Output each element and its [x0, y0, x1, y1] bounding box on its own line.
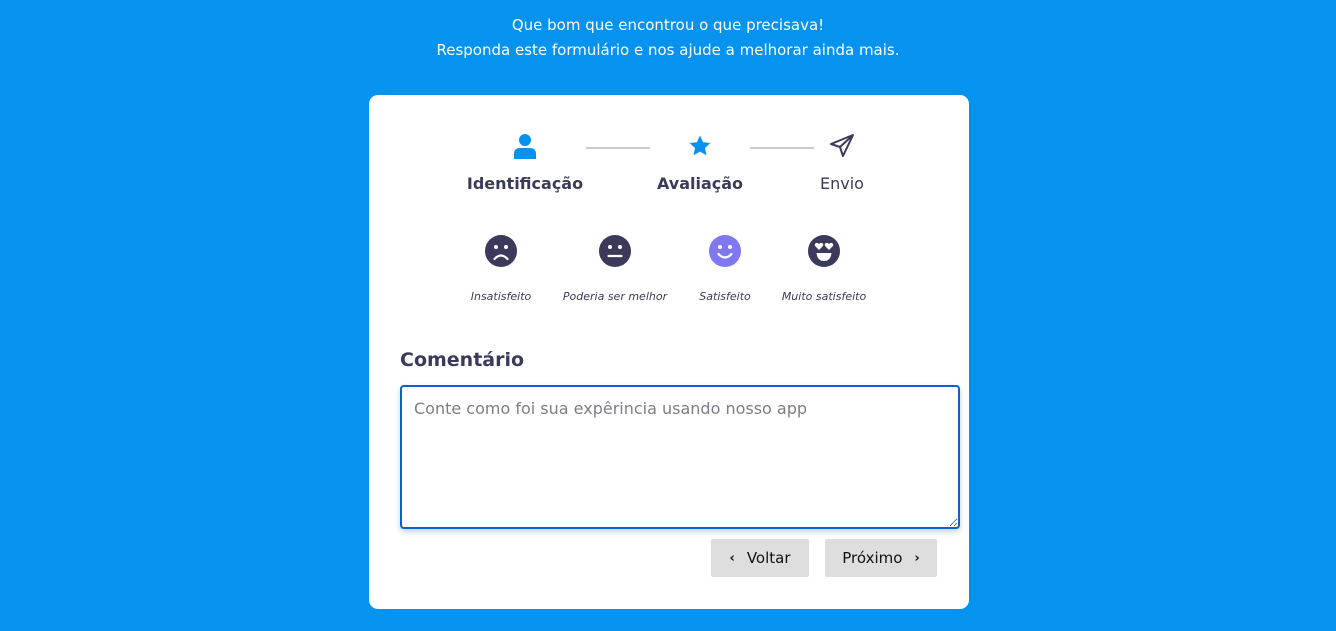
next-button[interactable]: Próximo › — [825, 539, 937, 577]
star-icon — [689, 135, 711, 156]
step-avaliacao[interactable]: Avaliação — [620, 132, 780, 193]
sad-face-icon — [485, 235, 517, 267]
happy-face-icon — [709, 235, 741, 267]
intro-text: Que bom que encontrou o que precisava! R… — [0, 13, 1336, 63]
comment-textarea[interactable] — [400, 385, 960, 529]
step-identificacao[interactable]: Identificação — [445, 132, 605, 193]
send-icon — [830, 134, 854, 157]
rating-label: Muito satisfeito — [781, 290, 867, 303]
back-button[interactable]: ‹ Voltar — [711, 539, 809, 577]
heart-eyes-face-icon — [808, 235, 840, 267]
comment-label: Comentário — [400, 349, 525, 371]
chevron-left-icon: ‹ — [729, 550, 735, 566]
rating-label: Insatisfeito — [470, 290, 532, 303]
neutral-face-icon — [599, 235, 631, 267]
chevron-right-icon: › — [914, 550, 920, 566]
user-icon — [514, 134, 536, 159]
step-label: Identificação — [466, 174, 584, 193]
step-label: Avaliação — [656, 174, 744, 193]
rating-muito-satisfeito[interactable]: Muito satisfeito — [759, 234, 889, 303]
rating-insatisfeito[interactable]: Insatisfeito — [436, 234, 566, 303]
step-envio[interactable]: Envio — [762, 132, 922, 193]
step-label: Envio — [820, 174, 864, 193]
feedback-card: Identificação Avaliação Envio Insatisfei… — [369, 95, 969, 609]
intro-line-1: Que bom que encontrou o que precisava! — [511, 16, 825, 34]
back-button-label: Voltar — [746, 549, 791, 567]
intro-line-2: Responda este formulário e nos ajude a m… — [436, 41, 900, 59]
next-button-label: Próximo — [842, 549, 903, 567]
